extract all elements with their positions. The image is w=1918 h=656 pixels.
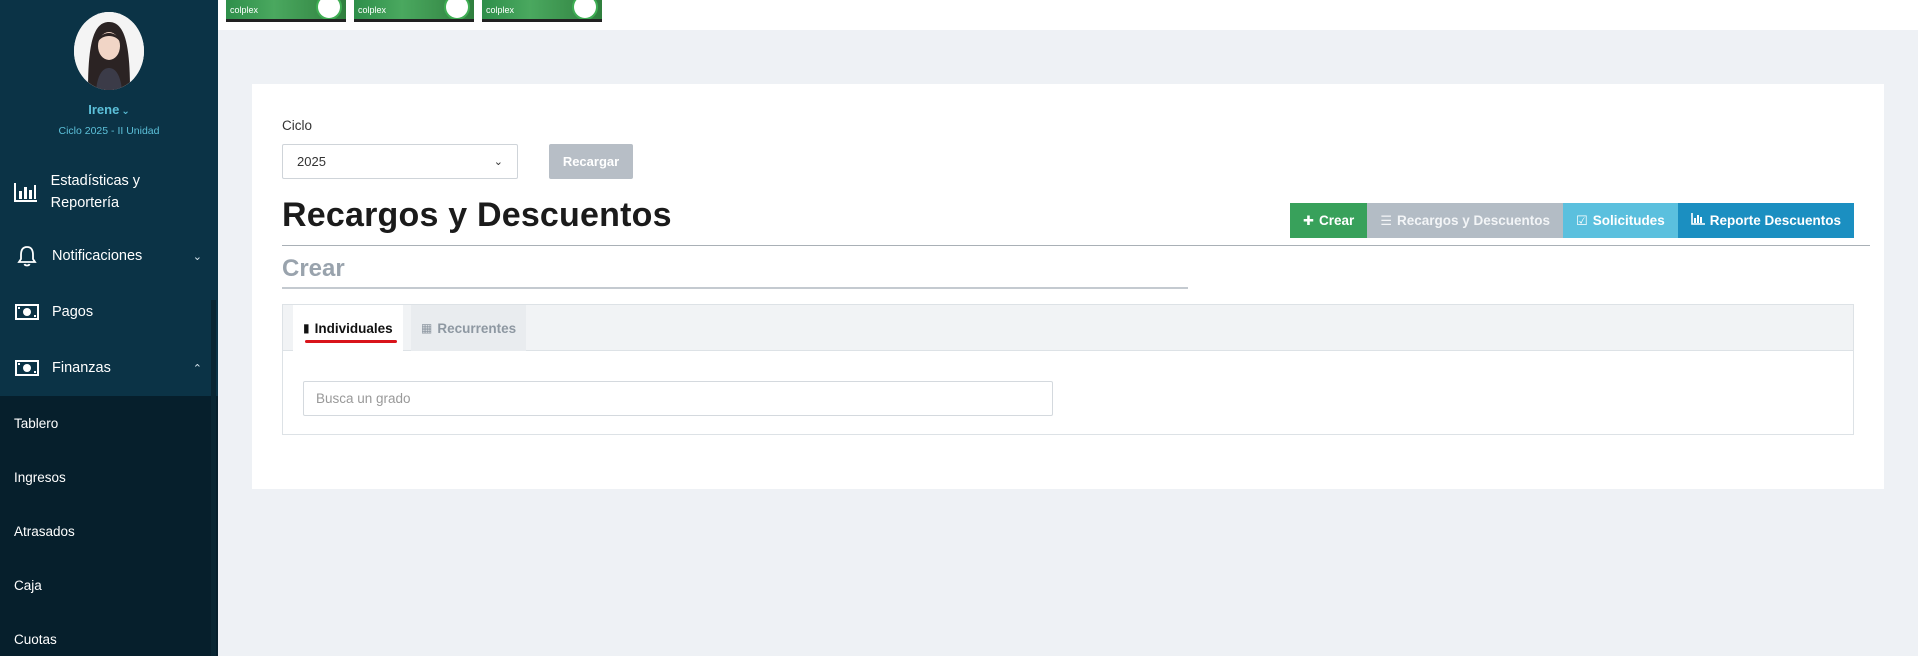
sidebar-item-notificaciones[interactable]: Notificaciones ⌄ xyxy=(0,228,218,284)
money-icon xyxy=(14,357,40,379)
tab-individuales[interactable]: ▮ Individuales xyxy=(293,305,403,351)
user-menu[interactable]: Irene ⌄ xyxy=(0,102,218,117)
sidebar-subitem-caja[interactable]: Caja xyxy=(0,558,218,612)
cycle-select[interactable]: 2025 ⌄ xyxy=(282,144,518,179)
report-button-label: Reporte Descuentos xyxy=(1709,213,1841,228)
sidebar-item-pagos[interactable]: Pagos xyxy=(0,284,218,340)
sidebar-item-label: Pagos xyxy=(52,304,94,320)
report-button[interactable]: Reporte Descuentos xyxy=(1677,203,1854,238)
chevron-up-icon: ⌃ xyxy=(192,362,202,375)
tabs-panel: ▮ Individuales ▦ Recurrentes Busca un gr… xyxy=(282,304,1854,435)
plus-icon: ✚ xyxy=(1303,212,1315,228)
bar-chart-icon xyxy=(1690,213,1705,228)
bell-icon xyxy=(14,245,40,267)
money-icon xyxy=(14,301,40,323)
cycle-label: Ciclo 2025 - II Unidad xyxy=(58,125,160,137)
sponsor-banner[interactable]: colplex xyxy=(226,0,346,22)
banner-brand: colplex xyxy=(486,5,515,15)
book-icon: ▮ xyxy=(303,321,310,335)
seal-logo xyxy=(572,0,598,19)
list-icon: ☰ xyxy=(1380,212,1392,228)
chevron-down-icon: ⌄ xyxy=(493,156,503,168)
grade-search-input[interactable]: Busca un grado xyxy=(303,381,1053,416)
sidebar-subitem-tablero[interactable]: Tablero xyxy=(0,396,218,450)
calendar-icon: ▦ xyxy=(421,321,433,335)
avatar[interactable] xyxy=(74,12,144,90)
banner-brand: colplex xyxy=(230,5,259,15)
topbar: colplex colplex colplex xyxy=(218,0,1918,30)
sidebar-scrollbar[interactable] xyxy=(211,300,216,656)
section-title: Crear xyxy=(282,255,345,282)
divider xyxy=(282,287,1188,289)
seal-logo xyxy=(444,0,470,19)
sponsor-banner[interactable]: colplex xyxy=(354,0,474,22)
page-title: Recargos y Descuentos xyxy=(282,196,672,234)
seal-logo xyxy=(316,0,342,19)
tab-recurrentes[interactable]: ▦ Recurrentes xyxy=(411,305,527,351)
cycle-select-value: 2025 xyxy=(297,154,326,169)
user-name: Irene xyxy=(88,102,120,117)
finanzas-submenu: Tablero Ingresos Atrasados Caja Cuotas xyxy=(0,396,218,656)
create-button[interactable]: ✚ Crear xyxy=(1290,203,1368,238)
list-button[interactable]: ☰ Recargos y Descuentos xyxy=(1367,203,1564,238)
sidebar-subitem-atrasados[interactable]: Atrasados xyxy=(0,504,218,558)
divider xyxy=(282,245,1870,246)
active-tab-underline xyxy=(305,340,397,343)
chevron-down-icon: ⌄ xyxy=(192,250,202,263)
bar-chart-icon xyxy=(14,181,39,203)
sponsor-banner[interactable]: colplex xyxy=(482,0,602,22)
sidebar-subitem-ingresos[interactable]: Ingresos xyxy=(0,450,218,504)
sidebar-item-estadisticas[interactable]: Estadísticas y Reportería xyxy=(0,156,218,228)
sidebar-item-label: Estadísticas y Reportería xyxy=(50,173,141,211)
tab-bar: ▮ Individuales ▦ Recurrentes xyxy=(283,305,1853,351)
requests-button[interactable]: ☑ Solicitudes xyxy=(1563,203,1678,238)
check-square-icon: ☑ xyxy=(1576,212,1588,228)
sidebar-item-finanzas[interactable]: Finanzas ⌃ xyxy=(0,340,218,396)
cycle-field-label: Ciclo xyxy=(282,118,313,133)
sidebar-item-label: Notificaciones xyxy=(52,248,143,264)
chevron-down-icon: ⌄ xyxy=(121,106,130,117)
tab-label: Individuales xyxy=(314,320,393,336)
create-button-label: Crear xyxy=(1319,213,1355,228)
sidebar-item-label: Finanzas xyxy=(52,360,111,376)
requests-button-label: Solicitudes xyxy=(1592,213,1665,228)
banner-brand: colplex xyxy=(358,5,387,15)
main-card: Ciclo 2025 ⌄ Recargar Recargos y Descuen… xyxy=(252,84,1884,489)
list-button-label: Recargos y Descuentos xyxy=(1396,213,1551,228)
profile: Irene ⌄ Ciclo 2025 - II Unidad xyxy=(0,0,218,156)
sidebar-subitem-cuotas[interactable]: Cuotas xyxy=(0,612,218,656)
toolbar: ✚ Crear ☰ Recargos y Descuentos ☑ Solici… xyxy=(1290,203,1854,238)
reload-button[interactable]: Recargar xyxy=(549,144,633,179)
sidebar: Irene ⌄ Ciclo 2025 - II Unidad Estadístic… xyxy=(0,0,218,656)
tab-label: Recurrentes xyxy=(437,320,517,336)
